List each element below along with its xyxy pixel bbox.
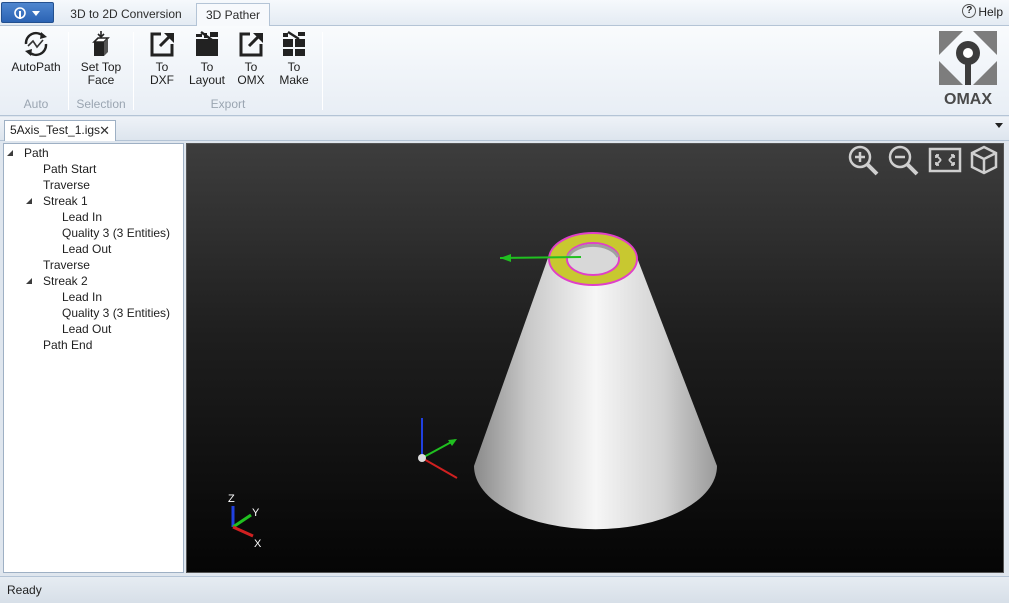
tree-node[interactable]: Quality 3 (3 Entities) [62,225,170,241]
lead-in-line [499,256,582,259]
export-omx-icon [239,32,263,57]
triad-label-z: Z [228,493,235,505]
tree-node[interactable]: Quality 3 (3 Entities) [62,305,170,321]
autopath-label: AutoPath [11,60,61,74]
group-label-export: Export [210,97,246,111]
application-menu-button[interactable] [1,2,54,23]
set-top-face-button[interactable]: Set Top Face [72,30,130,87]
tree-node[interactable]: Lead In [62,289,102,305]
group-label-auto: Auto [23,97,49,111]
to-omx-button[interactable]: To OMX [232,30,270,87]
group-separator [68,32,69,110]
to-make-label-2: Make [279,73,309,87]
help-icon: ? [962,4,977,18]
tree-expander-icon[interactable] [26,198,32,204]
zoom-out-icon[interactable] [887,144,921,176]
export-make-icon [283,30,305,56]
3d-scene: Z Y X [228,232,717,550]
set-top-face-icon [92,31,110,56]
omax-logo-text: OMAX [944,91,992,108]
tree-node[interactable]: Lead In [62,209,102,225]
set-top-face-label-1: Set Top [80,60,122,74]
to-dxf-label-2: DXF [150,73,174,87]
tree-node[interactable]: Streak 2 [43,273,88,289]
tab-3d-to-2d-conversion[interactable]: 3D to 2D Conversion [58,3,194,26]
tree-node[interactable]: Lead Out [62,321,111,337]
lead-in-arrow [500,254,511,262]
ribbon-panel: AutoPath Set Top Face To DXF To Layout T… [0,26,1009,116]
triad-label-y: Y [252,507,260,519]
autopath-button[interactable]: AutoPath [6,30,66,74]
triad-axis-y [232,513,252,529]
close-icon[interactable]: ✕ [99,121,110,140]
group-separator [322,32,323,110]
tool-axis-x [421,457,458,479]
tree-node[interactable]: Streak 1 [43,193,88,209]
to-layout-label-2: Layout [188,73,226,87]
document-list-dropdown-icon[interactable] [995,123,1003,128]
cone-body [474,255,717,530]
autopath-icon [24,31,48,57]
zoom-extents-icon[interactable] [928,144,962,176]
to-layout-button[interactable]: To Layout [186,30,228,87]
group-label-selection: Selection [76,97,126,111]
export-layout-icon [196,31,218,56]
to-make-label-1: To [287,60,301,74]
export-dxf-icon [150,32,174,57]
status-text: Ready [7,583,42,597]
help-label: Help [978,5,1003,19]
tree-node[interactable]: Path End [43,337,92,353]
help-button[interactable]: ? Help [962,4,1003,20]
to-layout-label-1: To [200,60,214,74]
tree-node[interactable]: Path [24,145,49,161]
document-tab-bar: 5Axis_Test_1.igs ✕ [0,117,1009,141]
path-tree-panel: Path Path Start Traverse Streak 1 Lead In Qua… [3,143,184,573]
tree-node[interactable]: Traverse [43,177,90,193]
tool-axis-origin [418,454,426,462]
set-top-face-label-2: Face [87,73,115,87]
tree-node[interactable]: Traverse [43,257,90,273]
tab-3d-pather[interactable]: 3D Pather [196,3,270,27]
to-omx-label-2: OMX [237,73,265,87]
omax-logo: OMAX [937,29,999,111]
zoom-in-icon[interactable] [847,144,881,176]
top-hole [566,242,620,276]
document-tab-label: 5Axis_Test_1.igs [10,123,101,137]
to-dxf-button[interactable]: To DXF [143,30,181,87]
document-tab[interactable]: 5Axis_Test_1.igs ✕ [4,120,116,141]
triad-axis-x [232,525,254,538]
tree-node[interactable]: Path Start [43,161,96,177]
tree-node[interactable]: Lead Out [62,241,111,257]
tree-expander-icon[interactable] [7,150,13,156]
view-cube-icon[interactable] [967,144,1001,176]
3d-viewport[interactable]: Z Y X [186,143,1004,573]
ribbon-tab-strip: 3D to 2D Conversion 3D Pather ? Help [0,0,1009,27]
triad-label-x: X [254,538,262,550]
group-separator [133,32,134,110]
to-omx-label-1: To [244,60,258,74]
to-make-button[interactable]: To Make [275,30,313,87]
to-dxf-label-1: To [155,60,169,74]
status-bar: Ready [0,576,1009,603]
application-menu-icon [14,7,40,19]
tree-expander-icon[interactable] [26,278,32,284]
